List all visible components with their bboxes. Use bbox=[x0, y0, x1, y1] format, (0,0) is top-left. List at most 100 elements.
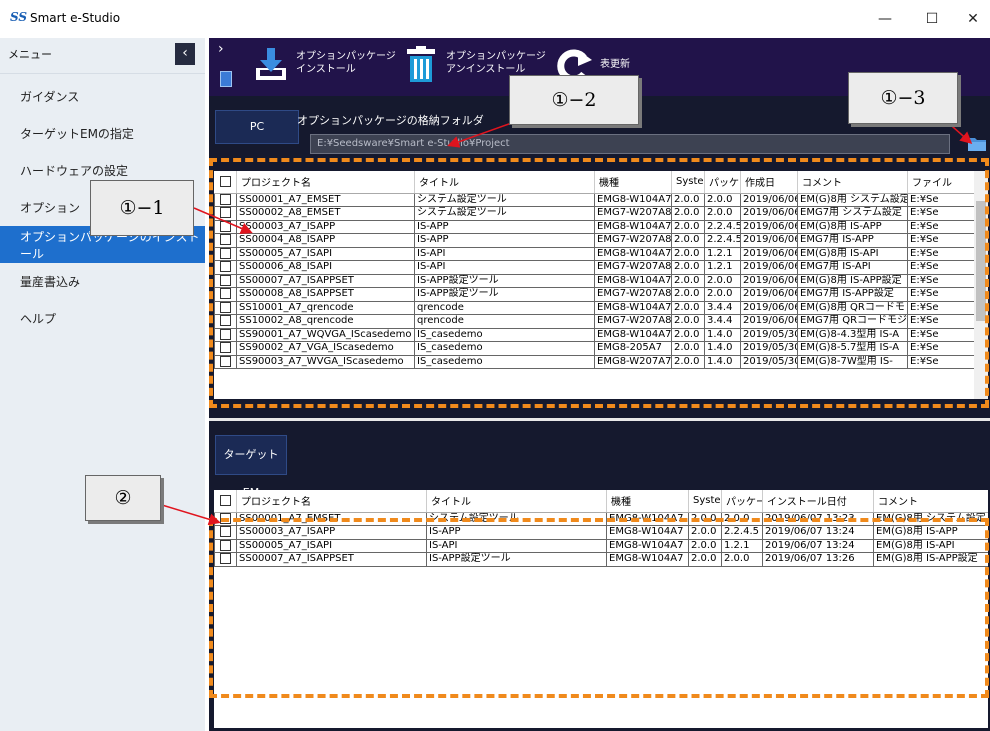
target-table-header-5[interactable]: パッケージ bbox=[721, 490, 763, 513]
row-checkbox[interactable] bbox=[220, 274, 231, 286]
maximize-button[interactable]: ☐ bbox=[917, 8, 947, 30]
row-checkbox-cell bbox=[214, 538, 237, 553]
row-checkbox[interactable] bbox=[220, 342, 231, 353]
row-checkbox[interactable] bbox=[220, 220, 231, 232]
pc-table-row[interactable]: SS00006_A8_ISAPI IS-API EMG7-W207A8 2.0.0 1.… bbox=[214, 260, 975, 275]
target-table-row[interactable]: SS00001_A7_EMSET システム設定ツール EMG8-W104A7 2.0.… bbox=[214, 511, 988, 526]
sidebar-item-6[interactable]: ヘルプ bbox=[0, 300, 205, 337]
target-table-header-7[interactable]: コメント bbox=[873, 490, 988, 513]
pc-table-cell: 2.0.0 bbox=[671, 287, 705, 302]
row-checkbox[interactable] bbox=[220, 288, 231, 299]
pc-table-cell: EMG8-W104A7 bbox=[594, 300, 672, 315]
row-checkbox[interactable] bbox=[220, 207, 231, 218]
row-checkbox[interactable] bbox=[220, 234, 231, 245]
target-table-cell: EMG8-W104A7 bbox=[606, 525, 689, 540]
target-table-header-1[interactable]: プロジェクト名 bbox=[236, 490, 427, 513]
pc-table-header-0[interactable] bbox=[214, 171, 237, 194]
target-table-header-3[interactable]: 機種 bbox=[606, 490, 689, 513]
pc-table-header-1[interactable]: プロジェクト名 bbox=[236, 171, 415, 194]
pc-table-header-8[interactable]: ファイル bbox=[907, 171, 975, 194]
target-table-cell: 1.2.1 bbox=[721, 538, 763, 553]
pc-table-cell: SS00003_A7_ISAPP bbox=[236, 219, 415, 234]
pc-table-cell: E:¥Se bbox=[907, 354, 975, 369]
close-button[interactable]: ✕ bbox=[958, 8, 988, 30]
folder-path-field[interactable]: E:¥Seedsware¥Smart e-Studio¥Project bbox=[310, 134, 950, 154]
pc-table-row[interactable]: SS00007_A7_ISAPPSET IS-APP設定ツール EMG8-W104A… bbox=[214, 273, 975, 288]
expand-chevron-icon[interactable]: › bbox=[218, 41, 224, 57]
target-table-row[interactable]: SS00003_A7_ISAPP IS-APP EMG8-W104A7 2.0.0 2.… bbox=[214, 525, 988, 540]
target-table-row[interactable]: SS00005_A7_ISAPI IS-API EMG8-W104A7 2.0.0 1.… bbox=[214, 538, 988, 553]
row-checkbox[interactable] bbox=[220, 553, 231, 564]
pc-table-cell: 2019/06/06 bbox=[740, 219, 798, 234]
pc-table-cell: IS-APP bbox=[414, 219, 595, 234]
pc-table-header-3[interactable]: 機種 bbox=[594, 171, 672, 194]
row-checkbox[interactable] bbox=[220, 539, 231, 551]
pc-table-row[interactable]: SS00008_A8_ISAPPSET IS-APP設定ツール EMG7-W207A… bbox=[214, 287, 975, 302]
row-checkbox[interactable] bbox=[220, 355, 231, 367]
folder-icon bbox=[968, 138, 986, 151]
target-table-cell: SS00001_A7_EMSET bbox=[236, 511, 427, 526]
pc-table-header-4[interactable]: System bbox=[671, 171, 705, 194]
pc-table-cell: SS00005_A7_ISAPI bbox=[236, 246, 415, 261]
pc-table-header-7[interactable]: コメント bbox=[797, 171, 908, 194]
pc-table-row[interactable]: SS00003_A7_ISAPP IS-APP EMG8-W104A7 2.0.0 2.… bbox=[214, 219, 975, 234]
pc-table-cell: SS00004_A8_ISAPP bbox=[236, 233, 415, 248]
pc-table-row[interactable]: SS00001_A7_EMSET システム設定ツール EMG8-W104A7 2.0.… bbox=[214, 192, 975, 207]
sidebar-item-5[interactable]: 量産書込み bbox=[0, 263, 205, 300]
sidebar-item-0[interactable]: ガイダンス bbox=[0, 78, 205, 115]
pc-table-header-5[interactable]: パッケージ bbox=[704, 171, 741, 194]
row-checkbox[interactable] bbox=[220, 512, 231, 524]
row-checkbox[interactable] bbox=[220, 526, 231, 537]
pc-table-header-2[interactable]: タイトル bbox=[414, 171, 595, 194]
pc-table-row[interactable]: SS00004_A8_ISAPP IS-APP EMG7-W207A8 2.0.0 2.… bbox=[214, 233, 975, 248]
browse-folder-button[interactable] bbox=[967, 134, 987, 154]
scrollbar-thumb[interactable] bbox=[976, 201, 986, 321]
pc-table-row[interactable]: SS00005_A7_ISAPI IS-API EMG8-W104A7 2.0.0 1.… bbox=[214, 246, 975, 261]
pc-table-cell: 2019/05/30 bbox=[740, 327, 798, 342]
pc-table-row[interactable]: SS90002_A7_VGA_IScasedemo IS_casedemo EMG8… bbox=[214, 341, 975, 356]
pc-table-row[interactable]: SS90001_A7_WQVGA_IScasedemo IS_casedemo EM… bbox=[214, 327, 975, 342]
pc-table-row[interactable]: SS90003_A7_WVGA_IScasedemo IS_casedemo EMG… bbox=[214, 354, 975, 369]
target-table-cell: EMG8-W104A7 bbox=[606, 538, 689, 553]
pc-table-row[interactable]: SS10002_A8_qrencode qrencode EMG7-W207A8 2.… bbox=[214, 314, 975, 329]
pc-table-cell: 2.0.0 bbox=[671, 206, 705, 221]
install-package-button[interactable]: オプションパッケージ インストール bbox=[254, 46, 396, 88]
target-table-header-4[interactable]: System bbox=[688, 490, 722, 513]
pc-table-row[interactable]: SS00002_A8_EMSET システム設定ツール EMG7-W207A8 2.0.… bbox=[214, 206, 975, 221]
row-checkbox[interactable] bbox=[220, 315, 231, 326]
pc-table-cell: 2019/06/06 bbox=[740, 260, 798, 275]
pc-table-cell: EM(G)8用 IS-APP bbox=[797, 219, 908, 234]
row-checkbox[interactable] bbox=[220, 301, 231, 313]
pc-table-scrollbar[interactable] bbox=[974, 171, 988, 399]
pc-table-cell: システム設定ツール bbox=[414, 192, 595, 207]
pc-table-header-6[interactable]: 作成日 bbox=[740, 171, 798, 194]
minimize-button[interactable]: — bbox=[870, 8, 900, 30]
pc-table-row[interactable]: SS10001_A7_qrencode qrencode EMG8-W104A7 2.… bbox=[214, 300, 975, 315]
row-checkbox[interactable] bbox=[220, 193, 231, 205]
target-table-header-2[interactable]: タイトル bbox=[426, 490, 607, 513]
collapse-menu-button[interactable]: ‹ bbox=[175, 43, 195, 65]
install-label-1: オプションパッケージ bbox=[296, 51, 396, 62]
pc-table-cell: EMG7-W207A8 bbox=[594, 233, 672, 248]
target-table-row[interactable]: SS00007_A7_ISAPPSET IS-APP設定ツール EMG8-W104A… bbox=[214, 552, 988, 567]
pc-table-cell: EM(G)8用 IS-APP設定 bbox=[797, 273, 908, 288]
pc-table-cell: qrencode bbox=[414, 300, 595, 315]
target-table-cell: EM(G)8用 IS-APP設定 bbox=[873, 552, 988, 567]
document-icon[interactable] bbox=[220, 71, 232, 87]
row-checkbox[interactable] bbox=[220, 247, 231, 259]
target-table-header-6[interactable]: インストール日付 bbox=[762, 490, 874, 513]
title-bar: SS Smart e-Studio — ☐ ✕ bbox=[0, 0, 990, 38]
target-table-header-0[interactable] bbox=[214, 490, 237, 513]
pc-table-cell: 2019/05/30 bbox=[740, 341, 798, 356]
target-table-cell: 2.0.0 bbox=[688, 511, 722, 526]
pc-table-cell: SS00008_A8_ISAPPSET bbox=[236, 287, 415, 302]
folder-label: オプションパッケージの格納フォルダ bbox=[297, 114, 484, 127]
row-checkbox[interactable] bbox=[220, 261, 231, 272]
pc-table-cell: E:¥Se bbox=[907, 273, 975, 288]
row-checkbox[interactable] bbox=[220, 328, 231, 340]
pc-table-select-all-checkbox[interactable] bbox=[219, 176, 231, 187]
sidebar-item-1[interactable]: ターゲットEMの指定 bbox=[0, 115, 205, 152]
pc-table-cell: IS-API bbox=[414, 246, 595, 261]
pc-table-cell: 1.4.0 bbox=[704, 327, 741, 342]
target-table-select-all-checkbox[interactable] bbox=[219, 495, 231, 506]
